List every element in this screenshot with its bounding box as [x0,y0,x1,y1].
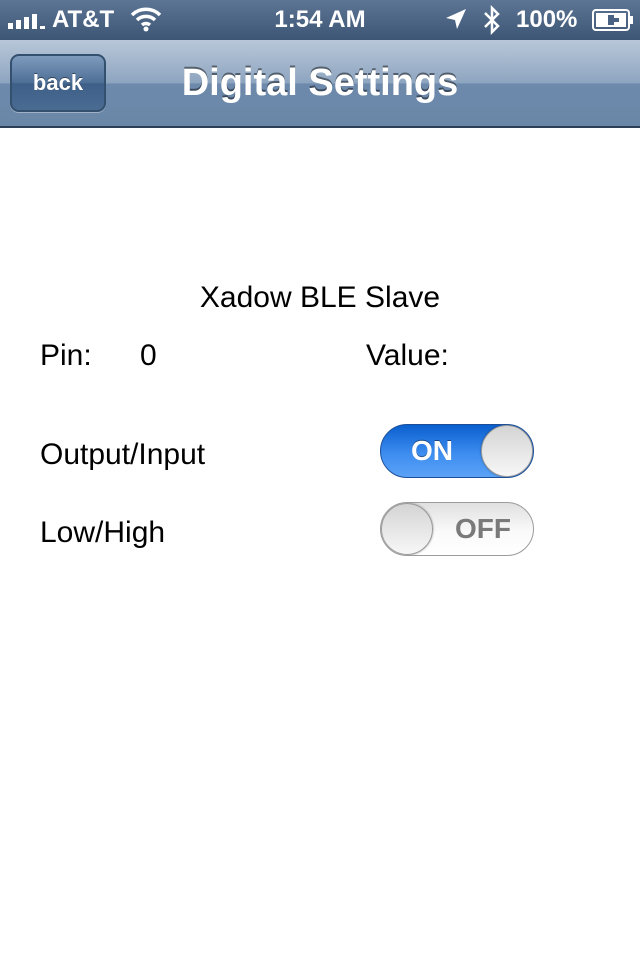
device-name: Xadow BLE Slave [199,281,441,314]
pin-value: 0 [140,339,157,372]
value-label: Value: [366,339,449,372]
status-bar: AT&T 1:54 AM 100% [0,0,640,40]
output-input-label: Output/Input [40,438,206,471]
back-button[interactable]: back [10,54,106,112]
switch-knob [481,425,533,477]
switch-state-label: OFF [455,513,511,544]
low-high-label: Low/High [40,516,166,549]
low-high-switch[interactable]: OFF [380,502,534,556]
battery-percent: 100% [516,6,578,33]
switch-knob [381,503,433,555]
bluetooth-icon [482,4,502,43]
battery-icon [592,9,634,39]
pin-label: Pin: [40,339,92,372]
navigation-bar: Digital Settings back [0,40,640,128]
location-icon [444,7,468,39]
switch-state-label: ON [411,435,453,466]
output-input-switch[interactable]: ON [380,424,534,478]
